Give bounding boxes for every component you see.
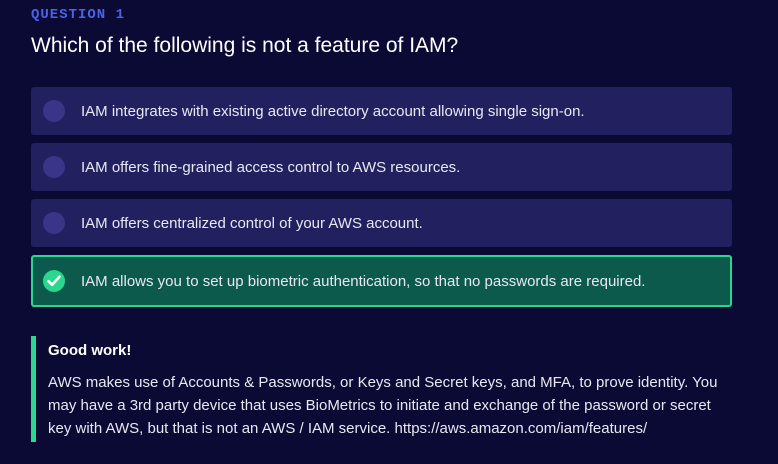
answer-option-2[interactable]: IAM offers fine-grained access control t… [31,143,732,191]
feedback-title: Good work! [48,342,132,359]
answer-option-4-selected[interactable]: IAM allows you to set up biometric authe… [31,255,732,307]
question-title: Which of the following is not a feature … [31,34,459,57]
answer-list: IAM integrates with existing active dire… [31,87,732,315]
check-circle-icon[interactable] [43,270,65,292]
answer-option-text: IAM offers centralized control of your A… [81,215,423,232]
radio-unchecked-icon[interactable] [43,100,65,122]
feedback-accent-bar [31,336,36,442]
feedback-body: AWS makes use of Accounts & Passwords, o… [48,374,718,437]
answer-option-text: IAM integrates with existing active dire… [81,103,585,120]
quiz-panel: QUESTION 1 Which of the following is not… [0,0,778,464]
radio-unchecked-icon[interactable] [43,156,65,178]
answer-option-1[interactable]: IAM integrates with existing active dire… [31,87,732,135]
answer-option-text: IAM allows you to set up biometric authe… [81,273,646,290]
answer-option-text: IAM offers fine-grained access control t… [81,159,461,176]
radio-unchecked-icon[interactable] [43,212,65,234]
feedback-box: Good work! AWS makes use of Accounts & P… [31,336,731,442]
answer-option-3[interactable]: IAM offers centralized control of your A… [31,199,732,247]
question-number-label: QUESTION 1 [31,7,126,23]
